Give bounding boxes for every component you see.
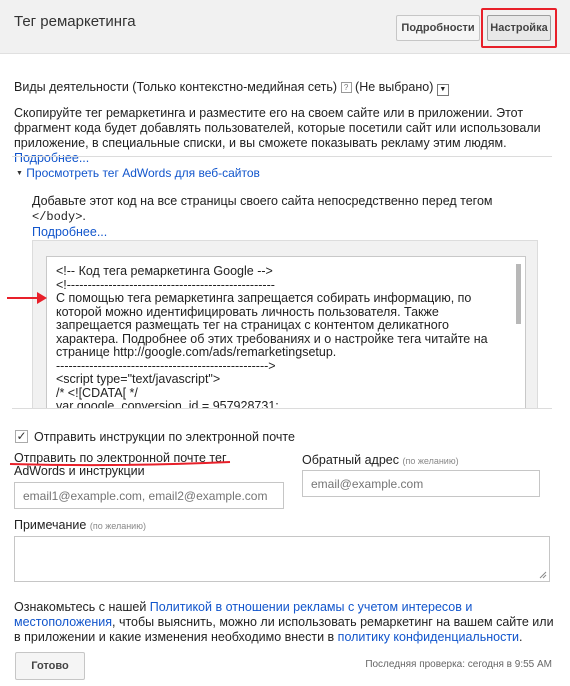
divider <box>12 408 552 409</box>
optional-hint: (по желанию) <box>402 456 459 466</box>
reply-email-input[interactable] <box>302 470 540 497</box>
intro-text: Скопируйте тег ремаркетинга и разместите… <box>14 106 541 150</box>
instruction-text: Добавьте этот код на все страницы своего… <box>32 194 493 208</box>
help-icon[interactable]: ? <box>340 82 352 93</box>
details-button[interactable]: Подробности <box>396 15 480 41</box>
dialog-title: Тег ремаркетинга <box>14 13 136 30</box>
note-label-text: Примечание <box>14 518 87 532</box>
body-tag-code: </body> <box>32 210 83 224</box>
recipients-email-input[interactable] <box>14 482 284 509</box>
activity-label: Виды деятельности (Только контекстно-мед… <box>14 80 338 94</box>
resize-grip-icon[interactable] <box>539 571 547 579</box>
web-tag-toggle-link[interactable]: Просмотреть тег AdWords для веб-сайтов <box>26 166 260 180</box>
instruction-more-link[interactable]: Подробнее... <box>32 225 107 239</box>
reply-address-label: Обратный адрес (по желанию) <box>302 453 459 467</box>
code-textarea[interactable]: <!-- Код тега ремаркетинга Google --> <!… <box>46 256 526 408</box>
done-button[interactable]: Готово <box>15 652 85 680</box>
intro-paragraph: Скопируйте тег ремаркетинга и разместите… <box>14 106 554 166</box>
web-tag-instruction: Добавьте этот код на все страницы своего… <box>32 194 547 240</box>
web-tag-toggle[interactable]: ▼ Просмотреть тег AdWords для веб-сайтов <box>16 166 260 180</box>
activity-dropdown-icon[interactable]: ▼ <box>436 84 449 96</box>
note-label: Примечание (по желанию) <box>14 518 146 532</box>
optional-hint: (по желанию) <box>89 521 146 531</box>
settings-highlight-annotation <box>481 8 557 48</box>
privacy-policy-link[interactable]: политику конфиденциальности <box>338 630 519 644</box>
divider <box>12 156 552 157</box>
policy-paragraph: Ознакомьтесь с нашей Политикой в отношен… <box>14 600 554 645</box>
activity-value: (Не выбрано) <box>355 80 434 94</box>
expand-arrow-icon: ▼ <box>16 170 23 177</box>
last-checked-status: Последняя проверка: сегодня в 9:55 AM <box>365 659 552 670</box>
activity-row: Виды деятельности (Только контекстно-мед… <box>14 80 449 96</box>
note-textarea[interactable] <box>14 536 550 582</box>
policy-text: Ознакомьтесь с нашей <box>14 600 150 614</box>
intro-more-link[interactable]: Подробнее... <box>14 151 89 165</box>
red-underline-annotation <box>9 461 231 467</box>
email-instructions-label[interactable]: Отправить инструкции по электронной почт… <box>34 430 295 444</box>
instruction-end: . <box>82 209 86 223</box>
code-scroll-thumb[interactable] <box>516 264 521 324</box>
email-instructions-checkbox[interactable]: ✓ <box>15 430 28 443</box>
reply-label: Обратный адрес <box>302 453 399 467</box>
code-snippet[interactable]: <!-- Код тега ремаркетинга Google --> <!… <box>56 264 512 408</box>
policy-text: . <box>519 630 523 644</box>
red-arrow-annotation <box>7 292 47 304</box>
